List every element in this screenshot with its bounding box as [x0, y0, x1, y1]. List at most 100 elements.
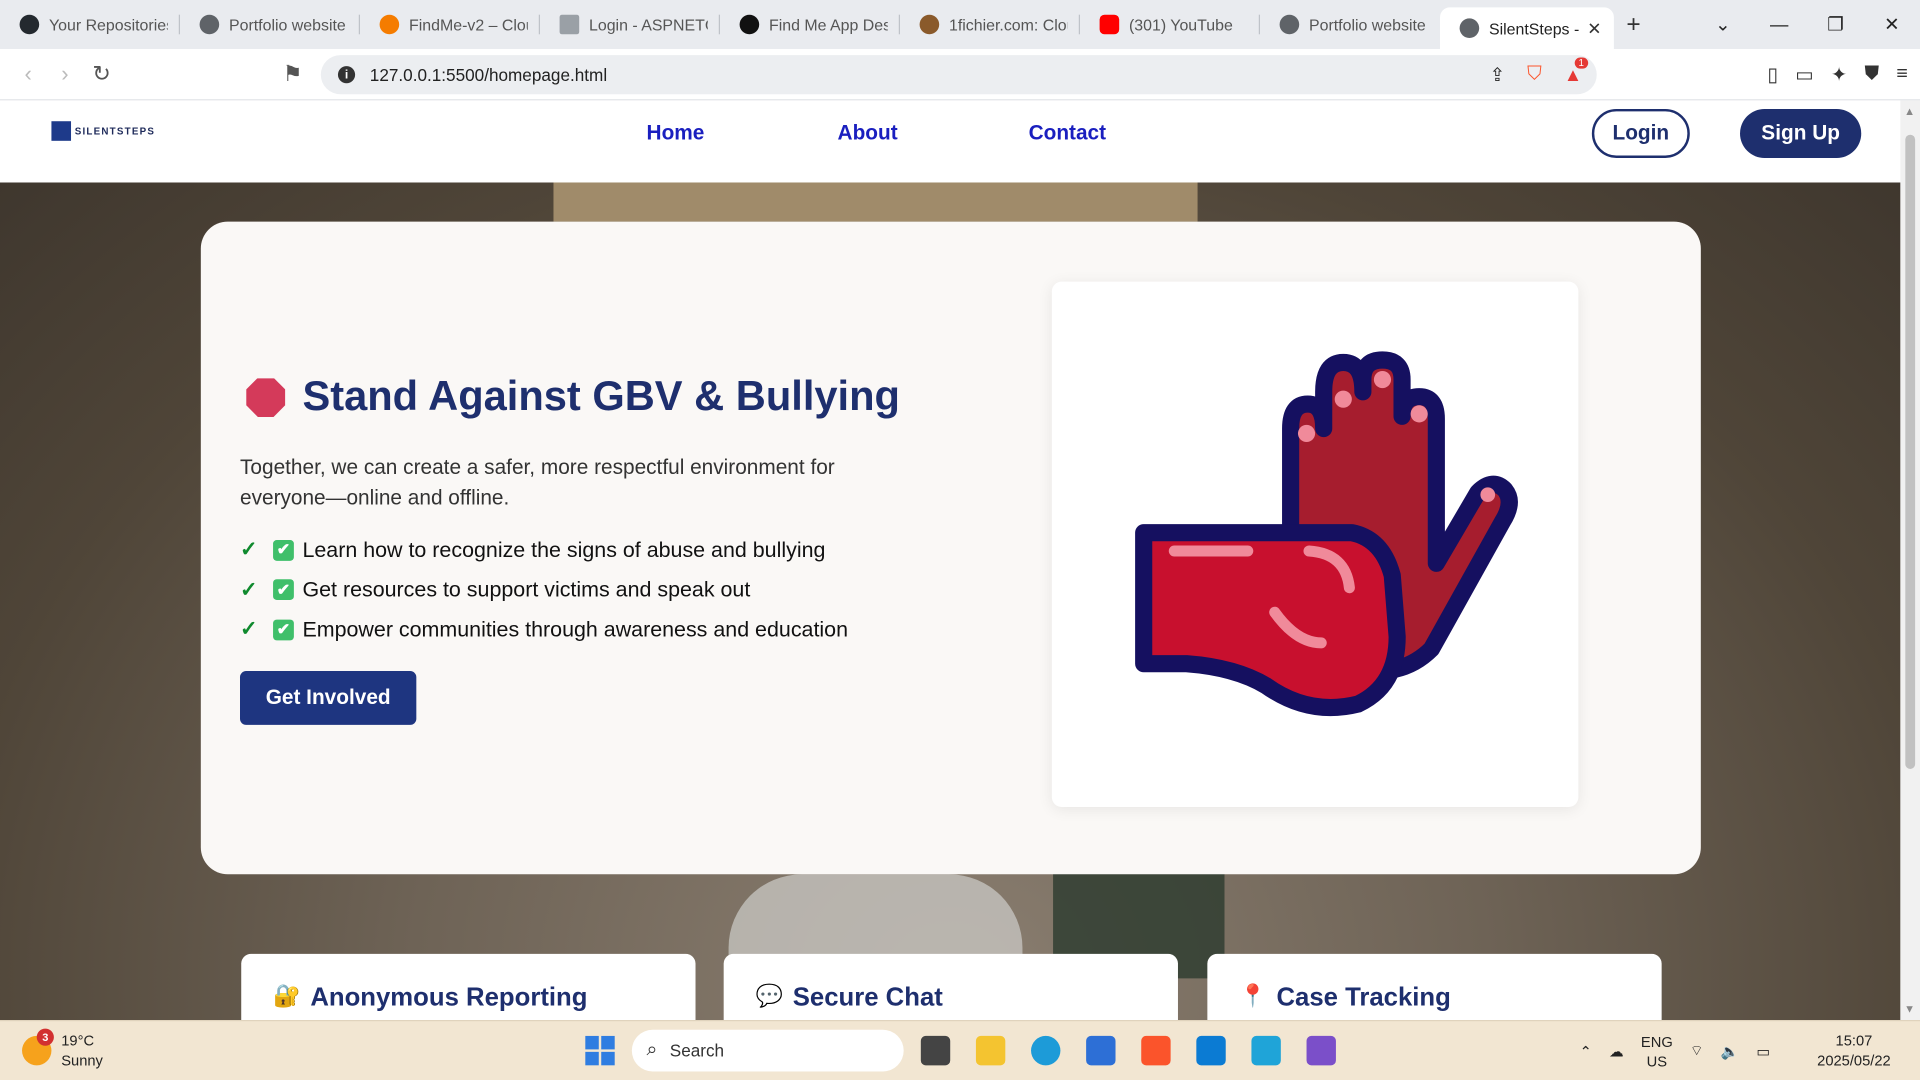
list-item: ✓ ✔ Get resources to support victims and s…	[240, 577, 751, 602]
scroll-down-icon[interactable]: ▼	[1904, 1003, 1915, 1015]
globe-icon	[199, 14, 220, 35]
nav-contact[interactable]: Contact	[1029, 121, 1106, 145]
page-scrollbar[interactable]: ▲ ▼	[1900, 100, 1920, 1021]
window-controls: ⌄ — ❐ ✕	[1695, 0, 1920, 49]
web-page: SILENTSTEPS Home About Contact Login Sig…	[0, 100, 1901, 1021]
visual-studio-icon[interactable]	[1306, 1035, 1336, 1066]
brave-shield-icon[interactable]: ⛉	[1527, 64, 1542, 86]
tab-youtube[interactable]: (301) YouTube	[1080, 0, 1261, 49]
tab-portfolio-website-2[interactable]: Portfolio website	[1260, 0, 1440, 49]
logo-mark-icon	[51, 121, 72, 141]
notepad-icon[interactable]	[1251, 1035, 1281, 1066]
bird-icon	[919, 14, 940, 35]
taskbar-search[interactable]: ⌕ Search	[631, 1029, 904, 1072]
close-window-button[interactable]: ✕	[1864, 13, 1920, 36]
weather-temp: 19°C	[61, 1032, 95, 1050]
browser-tools: ▯ ▭ ✦ ⛊ ≡	[1767, 49, 1907, 100]
signup-button[interactable]: Sign Up	[1740, 108, 1862, 158]
chevron-up-icon[interactable]: ⌃	[1580, 1043, 1592, 1060]
menu-icon[interactable]: ≡	[1896, 64, 1907, 86]
restore-button[interactable]: ❐	[1807, 13, 1863, 36]
share-icon[interactable]: ⇪	[1490, 64, 1505, 86]
page-icon	[559, 14, 580, 35]
leo-ai-icon[interactable]: ✦	[1831, 62, 1847, 86]
reload-icon[interactable]: ↻	[83, 61, 120, 87]
hero-heading: Stand Against GBV & Bullying	[246, 373, 900, 421]
back-icon[interactable]: ‹	[10, 61, 47, 87]
nav-about[interactable]: About	[838, 121, 898, 145]
rewards-badge: 1	[1574, 56, 1588, 68]
scrollbar-thumb[interactable]	[1905, 134, 1916, 769]
nav-home[interactable]: Home	[647, 121, 705, 145]
battery-icon[interactable]: ▭	[1756, 1043, 1770, 1060]
site-info-icon[interactable]: i	[337, 66, 356, 84]
minimize-button[interactable]: —	[1751, 14, 1807, 35]
windows-start-icon[interactable]	[585, 1035, 615, 1066]
forward-icon[interactable]: ›	[47, 61, 84, 87]
screen: Your Repositories Portfolio website ( Fi…	[0, 0, 1920, 1080]
tab-findme-v2[interactable]: FindMe-v2 – Clou	[360, 0, 541, 49]
tab-login-aspnet[interactable]: Login - ASPNETCc	[540, 0, 721, 49]
search-icon: ⌕	[646, 1039, 658, 1061]
tab-1fichier[interactable]: 1fichier.com: Clou	[900, 0, 1081, 49]
task-view-icon[interactable]	[920, 1035, 951, 1066]
file-explorer-icon[interactable]	[975, 1035, 1006, 1066]
store-icon[interactable]	[1086, 1035, 1116, 1066]
tab-silentsteps[interactable]: SilentSteps - ✕	[1440, 7, 1614, 49]
url-bar[interactable]: i 127.0.0.1:5500/homepage.html ⇪ ⛉ ▲ 1	[320, 55, 1597, 95]
checkbox-icon: ✔	[273, 619, 294, 641]
checkbox-icon: ✔	[273, 539, 294, 561]
site-logo[interactable]: SILENTSTEPS	[51, 121, 155, 141]
vpn-icon[interactable]: ⛊	[1864, 64, 1879, 86]
openai-icon	[739, 14, 760, 35]
bookmark-icon[interactable]: ⚑	[274, 61, 311, 87]
globe-icon	[1459, 18, 1480, 38]
edge-icon[interactable]	[1031, 1035, 1061, 1066]
tab-portfolio-website[interactable]: Portfolio website (	[180, 0, 361, 49]
site-header: SILENTSTEPS Home About Contact Login Sig…	[0, 100, 1901, 183]
tab-find-me-app[interactable]: Find Me App Des	[720, 0, 901, 49]
hero-bullet-list: ✓ ✔ Learn how to recognize the signs of ab…	[240, 530, 848, 649]
github-icon	[19, 14, 40, 35]
weather-widget[interactable]: 3 19°C Sunny	[22, 1028, 103, 1070]
stop-hands-icon	[1135, 351, 1518, 717]
hero-title: Stand Against GBV & Bullying	[302, 373, 901, 421]
map-pin-icon: 📍	[1239, 983, 1267, 1008]
checkbox-icon: ✔	[273, 579, 294, 601]
sidebar-icon[interactable]: ▯	[1767, 62, 1778, 86]
feature-card-anonymous-reporting[interactable]: 🔐 Anonymous Reporting	[241, 953, 696, 1021]
rewards-icon[interactable]: ▲ 1	[1564, 56, 1588, 85]
address-toolbar: ‹ › ↻ ⚑ i 127.0.0.1:5500/homepage.html ⇪…	[0, 48, 1920, 101]
list-item: ✓ ✔ Empower communities through awareness …	[240, 616, 849, 642]
onedrive-icon[interactable]: ☁	[1609, 1043, 1624, 1060]
brave-icon[interactable]	[1141, 1035, 1171, 1066]
check-icon: ✓	[240, 617, 258, 641]
vscode-icon[interactable]	[1196, 1035, 1226, 1066]
feature-title: Secure Chat	[792, 983, 943, 1012]
system-tray: ⌃ ☁ ENG US ⌔ 🔈 ▭	[1580, 1021, 1771, 1080]
weather-condition: Sunny	[61, 1051, 103, 1069]
list-item: ✓ ✔ Learn how to recognize the signs of ab…	[240, 537, 826, 562]
close-tab-icon[interactable]: ✕	[1587, 18, 1601, 39]
wallet-icon[interactable]: ▭	[1795, 62, 1814, 86]
language-indicator[interactable]: ENG US	[1641, 1032, 1673, 1071]
feature-card-case-tracking[interactable]: 📍 Case Tracking	[1207, 953, 1662, 1021]
browser-tab-bar: Your Repositories Portfolio website ( Fi…	[0, 0, 1920, 49]
get-involved-button[interactable]: Get Involved	[240, 671, 417, 725]
tab-your-repositories[interactable]: Your Repositories	[0, 0, 181, 49]
hero-description: Together, we can create a safer, more re…	[240, 455, 835, 510]
check-icon: ✓	[240, 537, 258, 562]
windows-taskbar: 3 19°C Sunny ⌕ Search ⌃ ☁ ENG US ⌔ 🔈 ▭ 15:0…	[0, 1020, 1920, 1080]
scroll-up-icon[interactable]: ▲	[1904, 105, 1915, 117]
wifi-icon[interactable]: ⌔	[1690, 1042, 1704, 1060]
weather-badge: 3	[36, 1028, 54, 1046]
new-tab-button[interactable]: +	[1614, 10, 1653, 38]
url-text[interactable]: 127.0.0.1:5500/homepage.html	[370, 65, 607, 85]
login-button[interactable]: Login	[1591, 108, 1690, 158]
volume-icon[interactable]: 🔈	[1721, 1043, 1739, 1060]
feature-card-secure-chat[interactable]: 💬 Secure Chat	[723, 953, 1178, 1021]
lock-icon: 🔐	[273, 983, 301, 1008]
clock[interactable]: 15:07 2025/05/22	[1817, 1031, 1891, 1070]
sun-icon: 3	[22, 1028, 54, 1066]
tab-search-icon[interactable]: ⌄	[1695, 13, 1751, 36]
